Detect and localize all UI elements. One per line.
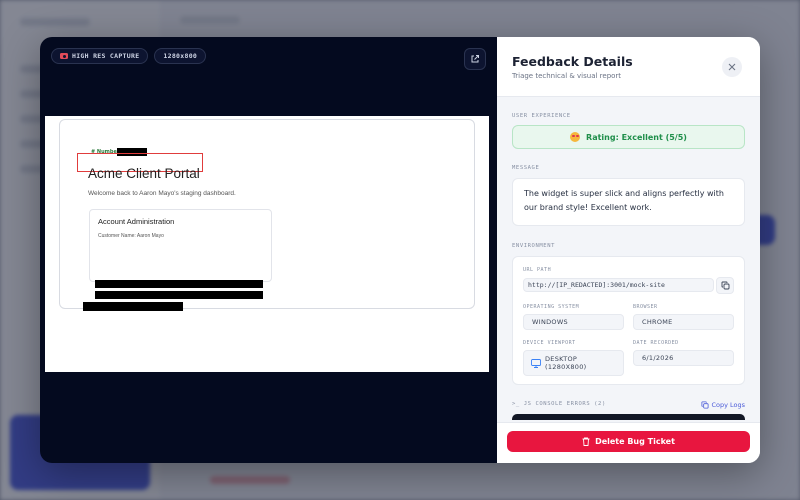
viewport-label: DEVICE VIEWPORT — [523, 340, 576, 346]
date-label: DATE RECORDED — [633, 340, 679, 346]
redaction-bar — [95, 291, 263, 299]
feedback-details-panel: Feedback Details Triage technical & visu… — [497, 37, 760, 463]
url-path-field[interactable]: http://[IP_REDACTED]:3001/mock-site — [523, 278, 714, 292]
copy-icon — [701, 401, 709, 409]
screenshot-page-title: Acme Client Portal — [88, 166, 200, 181]
camera-icon — [60, 53, 68, 59]
rating-badge: Rating: Excellent (5/5) — [512, 125, 745, 149]
message-card: The widget is super slick and aligns per… — [512, 178, 745, 226]
redaction-bar — [83, 302, 183, 311]
open-external-button[interactable] — [464, 48, 486, 70]
panel-subtitle: Triage technical & visual report — [512, 72, 622, 80]
monitor-icon — [531, 358, 541, 368]
user-experience-label: USER EXPERIENCE — [512, 113, 571, 119]
trash-icon — [582, 437, 590, 446]
environment-label: ENVIRONMENT — [512, 243, 556, 249]
screenshot-account-card: Account Administration Customer Name: Aa… — [89, 209, 272, 282]
url-path-label: URL PATH — [523, 267, 552, 273]
captured-screenshot: # Number Acme Client Portal Welcome back… — [45, 116, 489, 372]
copy-url-button[interactable] — [716, 277, 734, 294]
date-value: 6/1/2026 — [633, 350, 734, 366]
environment-card: URL PATH http://[IP_REDACTED]:3001/mock-… — [512, 256, 745, 385]
redaction-bar — [95, 280, 263, 288]
capture-chips: HIGH RES CAPTURE 1280x800 — [51, 48, 207, 64]
viewport-value: DESKTOP (1280X800) — [523, 350, 624, 376]
capture-preview-pane: HIGH RES CAPTURE 1280x800 # Number Acme … — [40, 37, 497, 463]
close-icon — [728, 63, 736, 71]
browser-label: BROWSER — [633, 304, 658, 310]
rating-text: Rating: Excellent (5/5) — [586, 132, 687, 142]
external-link-icon — [471, 55, 479, 63]
os-label: OPERATING SYSTEM — [523, 304, 580, 310]
close-button[interactable] — [722, 57, 742, 77]
feedback-modal: HIGH RES CAPTURE 1280x800 # Number Acme … — [40, 37, 760, 463]
message-label: MESSAGE — [512, 165, 540, 171]
panel-header: Feedback Details Triage technical & visu… — [497, 37, 760, 97]
viewport-text: DESKTOP (1280X800) — [545, 355, 587, 371]
resolution-badge: 1280x800 — [154, 48, 207, 64]
delete-bug-ticket-button[interactable]: Delete Bug Ticket — [507, 431, 750, 452]
console-errors-label: >_ JS CONSOLE ERRORS (2) — [512, 401, 606, 407]
message-text: The widget is super slick and aligns per… — [524, 189, 724, 212]
panel-footer: Delete Bug Ticket — [497, 422, 760, 463]
copy-icon — [721, 281, 729, 290]
panel-title: Feedback Details — [512, 54, 633, 69]
screenshot-customer-label: Customer Name: Aaron Mayo — [98, 233, 164, 239]
high-res-badge: HIGH RES CAPTURE — [51, 48, 149, 64]
console-errors-header: >_ JS CONSOLE ERRORS (2) Copy Logs — [512, 401, 745, 411]
screenshot-welcome-text: Welcome back to Aaron Mayo's staging das… — [88, 190, 236, 197]
screenshot-card-title: Account Administration — [98, 217, 175, 226]
copy-logs-button[interactable]: Copy Logs — [701, 401, 745, 409]
console-log-panel[interactable] — [512, 414, 745, 420]
heart-eyes-emoji-icon — [570, 132, 581, 142]
os-value: WINDOWS — [523, 314, 624, 330]
browser-value: CHROME — [633, 314, 734, 330]
